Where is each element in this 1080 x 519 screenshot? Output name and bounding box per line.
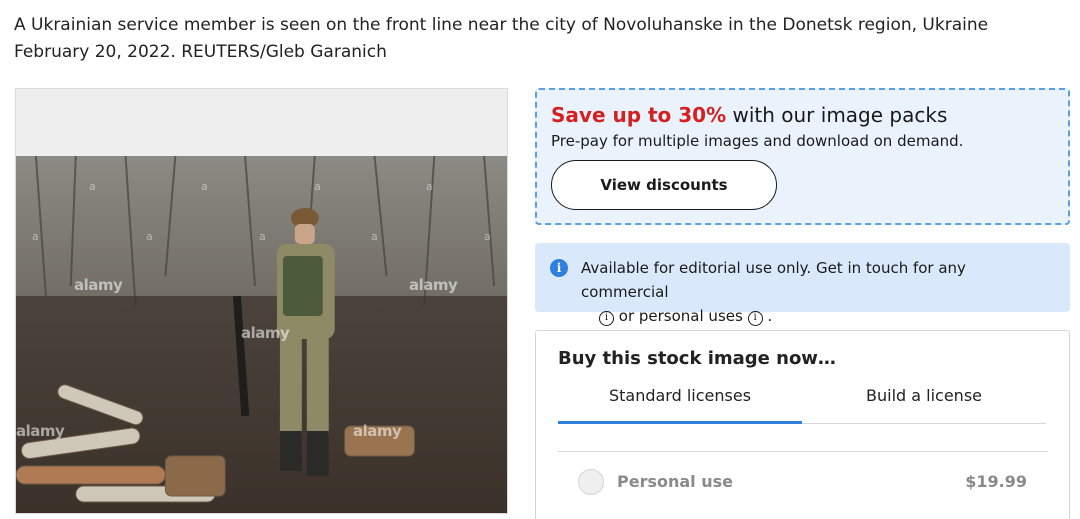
- tab-build-a-license[interactable]: Build a license: [802, 386, 1046, 424]
- watermark-mark: a: [314, 180, 321, 193]
- watermark-mark: a: [484, 230, 491, 243]
- info-icon: i: [550, 259, 568, 277]
- divider: [558, 451, 1048, 452]
- promo-headline: Save up to 30% with our image packs: [551, 102, 1054, 128]
- watermark-mark: a: [426, 180, 433, 193]
- buy-title: Buy this stock image now…: [558, 348, 836, 369]
- notice-line-1: Available for editorial use only. Get in…: [581, 259, 966, 301]
- stock-image[interactable]: alamy alamy alamy alamy alamy a a a a a …: [15, 88, 508, 514]
- watermark-mark: a: [146, 230, 153, 243]
- image-caption: A Ukrainian service member is seen on th…: [14, 15, 989, 62]
- watermark-mark: a: [201, 180, 208, 193]
- notice-personal-uses: or personal uses: [618, 307, 743, 325]
- watermark: alamy: [16, 422, 65, 440]
- watermark-mark: a: [371, 230, 378, 243]
- editorial-notice: i Available for editorial use only. Get …: [535, 243, 1070, 326]
- promo-subtext: Pre-pay for multiple images and download…: [551, 132, 964, 150]
- commercial-info-icon[interactable]: i: [599, 311, 614, 326]
- tab-standard-licenses[interactable]: Standard licenses: [558, 386, 802, 424]
- watermark-mark: a: [89, 180, 96, 193]
- image-pack-promo: Save up to 30% with our image packs Pre-…: [535, 88, 1070, 225]
- watermark-mark: a: [32, 230, 39, 243]
- watermark: alamy: [409, 276, 458, 294]
- promo-highlight: Save up to 30%: [551, 103, 727, 127]
- notice-period: .: [767, 307, 773, 325]
- image-letterbox: [16, 89, 507, 156]
- view-discounts-button[interactable]: View discounts: [551, 160, 777, 210]
- personal-use-radio[interactable]: [578, 469, 604, 495]
- personal-info-icon[interactable]: i: [747, 311, 763, 326]
- buy-panel: Buy this stock image now… Standard licen…: [535, 330, 1070, 519]
- license-option-price: $19.99: [965, 472, 1027, 491]
- notice-line-2: i or personal uses i .: [599, 304, 1056, 328]
- watermark: alamy: [353, 422, 402, 440]
- watermark: alamy: [241, 324, 290, 342]
- watermark: alamy: [74, 276, 123, 294]
- watermark-mark: a: [259, 230, 266, 243]
- promo-headline-rest: with our image packs: [726, 103, 948, 127]
- license-option-label[interactable]: Personal use: [617, 472, 733, 491]
- photo: alamy alamy alamy alamy alamy a a a a a …: [16, 156, 507, 513]
